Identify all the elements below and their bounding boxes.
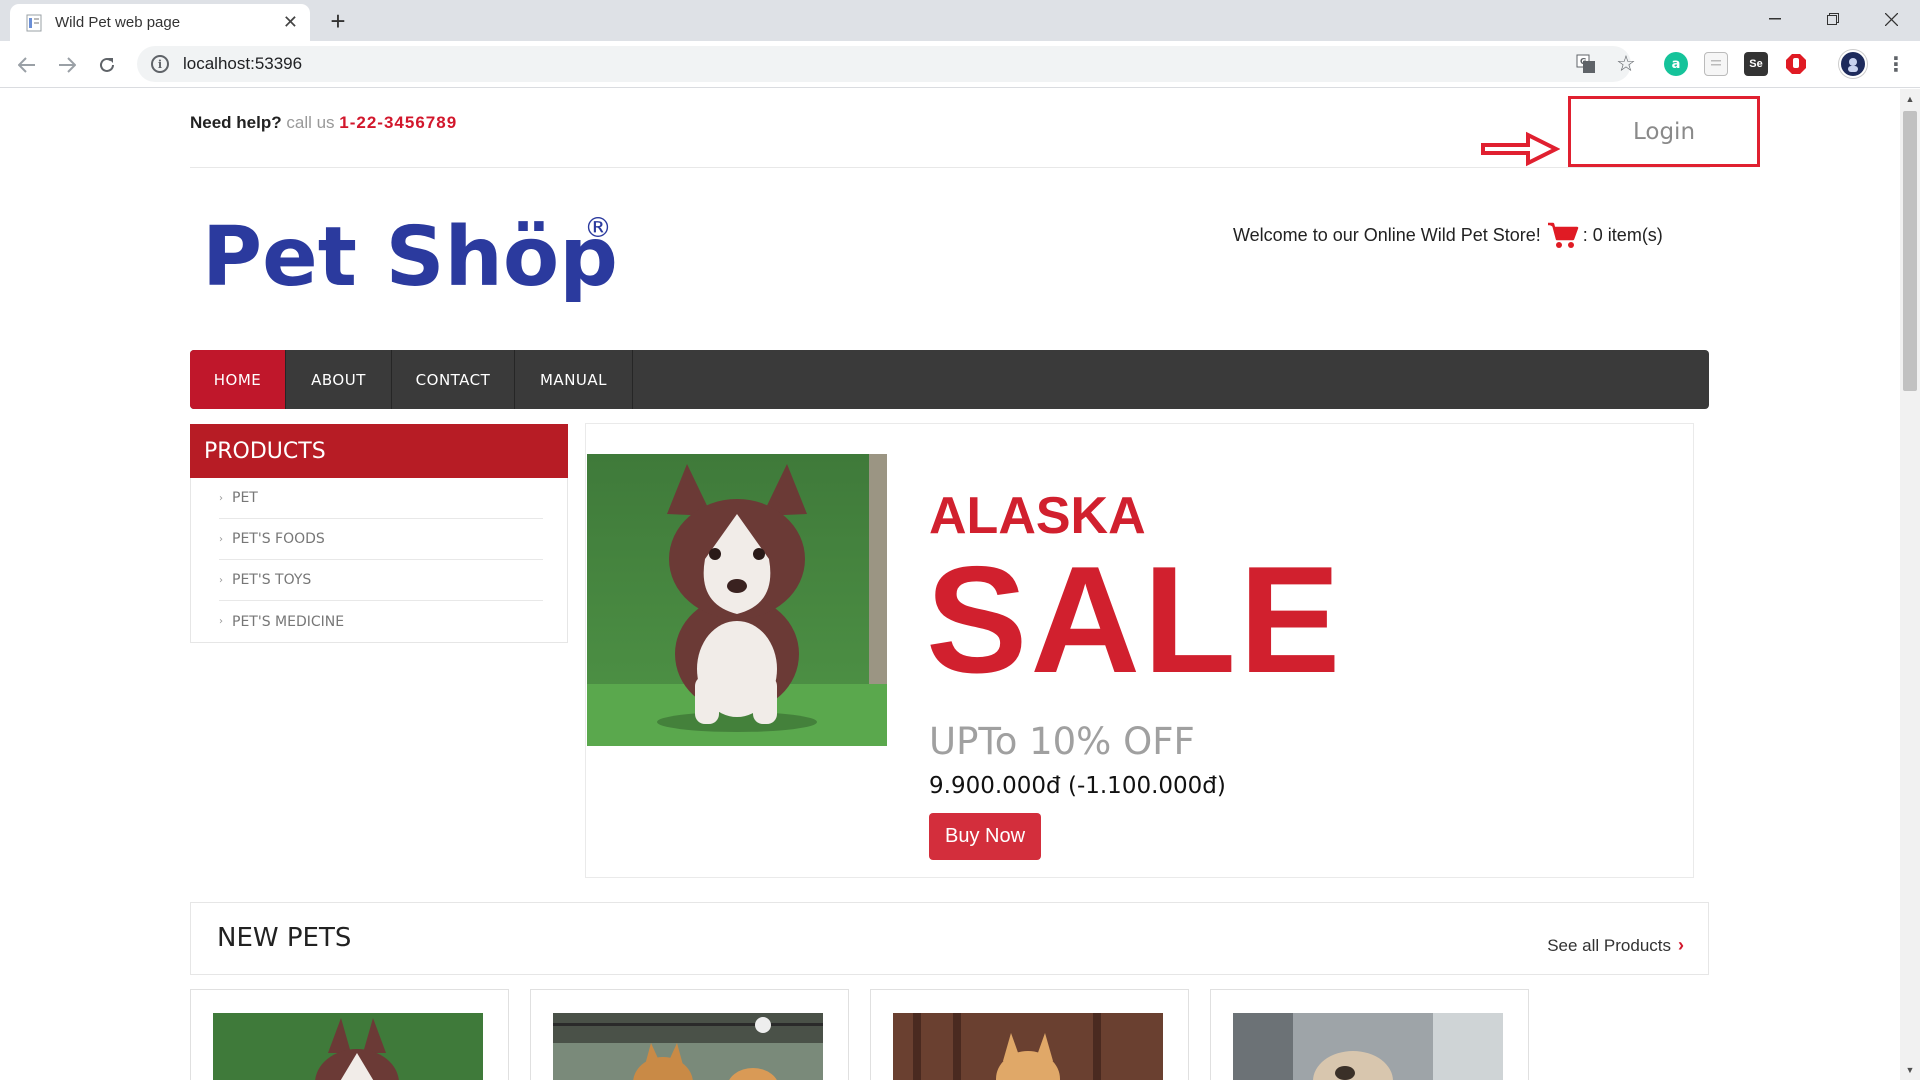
reader-icon[interactable] xyxy=(1704,52,1728,76)
scroll-down-icon[interactable]: ▼ xyxy=(1904,1064,1916,1076)
sidebar-item-label: PET'S MEDICINE xyxy=(232,613,345,630)
scroll-up-icon[interactable]: ▲ xyxy=(1904,93,1916,105)
pet-thumbnail[interactable] xyxy=(1233,1013,1503,1080)
back-icon[interactable] xyxy=(12,50,42,80)
products-sidebar: PRODUCTS › PET › PET'S FOODS › PET'S TOYS ›… xyxy=(190,424,568,643)
pet-card[interactable] xyxy=(1210,989,1529,1080)
translate-icon[interactable]: G xyxy=(1574,52,1598,76)
page-viewport: Need help? call us 1-22-3456789 Login Pe… xyxy=(0,89,1900,1080)
minimize-icon[interactable] xyxy=(1746,0,1804,38)
star-icon[interactable]: ☆ xyxy=(1614,51,1638,76)
products-heading: PRODUCTS xyxy=(190,424,568,478)
sidebar-item-pet[interactable]: › PET xyxy=(219,478,543,519)
see-all-link[interactable]: See all Products › xyxy=(1547,935,1684,956)
new-pets-title: NEW PETS xyxy=(217,923,352,953)
forward-icon[interactable] xyxy=(52,50,82,80)
browser-tab[interactable]: Wild Pet web page ✕ xyxy=(10,4,310,41)
help-label: Need help? xyxy=(190,113,282,132)
nav-contact[interactable]: CONTACT xyxy=(392,350,515,409)
welcome-bar: Welcome to our Online Wild Pet Store! : … xyxy=(1233,221,1663,249)
browser-tabbar: Wild Pet web page ✕ + xyxy=(0,0,1920,41)
chevron-right-icon: › xyxy=(219,533,223,545)
nav-home[interactable]: HOME xyxy=(190,350,286,409)
scroll-thumb[interactable] xyxy=(1903,111,1917,391)
info-icon[interactable]: i xyxy=(151,55,169,73)
tab-title: Wild Pet web page xyxy=(55,14,181,31)
welcome-text: Welcome to our Online Wild Pet Store! xyxy=(1233,224,1541,245)
cart-icon[interactable] xyxy=(1547,221,1579,249)
vertical-scrollbar[interactable]: ▲ ▼ xyxy=(1900,89,1920,1080)
login-button[interactable]: Login xyxy=(1633,119,1695,145)
banner-price: 9.900.000đ (-1.100.000đ) xyxy=(929,773,1226,799)
buy-now-button[interactable]: Buy Now xyxy=(929,813,1041,860)
chevron-right-icon: › xyxy=(219,574,223,586)
close-window-icon[interactable] xyxy=(1862,0,1920,38)
sidebar-item-label: PET'S FOODS xyxy=(232,531,325,547)
annotation-arrow-icon xyxy=(1481,131,1560,167)
pet-card[interactable] xyxy=(870,989,1189,1080)
sidebar-item-pet-toys[interactable]: › PET'S TOYS xyxy=(219,560,543,601)
reload-icon[interactable] xyxy=(92,50,122,80)
profile-avatar[interactable] xyxy=(1839,50,1867,78)
svg-text:G: G xyxy=(1580,57,1587,66)
sidebar-item-pet-medicine[interactable]: › PET'S MEDICINE xyxy=(219,601,543,642)
chevron-right-icon: › xyxy=(219,492,223,504)
address-bar[interactable]: i localhost:53396 xyxy=(137,46,1631,82)
puppy-image[interactable] xyxy=(587,454,887,746)
nav-about[interactable]: ABOUT xyxy=(286,350,392,409)
logo[interactable]: Pet Shöp ® xyxy=(200,199,630,314)
nav-manual[interactable]: MANUAL xyxy=(515,350,633,409)
help-line: Need help? call us 1-22-3456789 xyxy=(190,113,457,133)
adblock-icon[interactable] xyxy=(1784,52,1808,76)
chevron-right-icon: › xyxy=(219,616,223,627)
browser-toolbar: i localhost:53396 G ☆ a Se ⋮ xyxy=(0,41,1920,88)
pet-thumbnail[interactable] xyxy=(893,1013,1163,1080)
phone-number[interactable]: 1-22-3456789 xyxy=(339,113,457,132)
cart-count[interactable]: : 0 item(s) xyxy=(1583,225,1663,246)
see-all-label: See all Products xyxy=(1547,935,1671,955)
banner-discount: UPTo 10% OFF xyxy=(929,720,1195,763)
selenium-icon[interactable]: Se xyxy=(1744,52,1768,76)
pet-card[interactable] xyxy=(190,989,509,1080)
sidebar-item-pet-foods[interactable]: › PET'S FOODS xyxy=(219,519,543,560)
restore-icon[interactable] xyxy=(1804,0,1862,38)
url-text[interactable]: localhost:53396 xyxy=(183,54,302,74)
sidebar-item-label: PET'S TOYS xyxy=(232,572,312,588)
close-icon[interactable]: ✕ xyxy=(283,12,298,33)
login-highlight-box: Login xyxy=(1568,96,1760,167)
new-tab-button[interactable]: + xyxy=(322,5,354,37)
sale-banner: ALASKA SALE UPTo 10% OFF 9.900.000đ (-1.… xyxy=(585,423,1694,878)
page-favicon-icon xyxy=(25,14,43,32)
pet-thumbnail[interactable] xyxy=(553,1013,823,1080)
menu-icon[interactable]: ⋮ xyxy=(1884,52,1908,76)
chevron-right-icon: › xyxy=(1678,935,1684,955)
grammarly-icon[interactable]: a xyxy=(1664,52,1688,76)
main-nav: HOME ABOUT CONTACT MANUAL xyxy=(190,350,1709,409)
pet-thumbnail[interactable] xyxy=(213,1013,483,1080)
banner-sale: SALE xyxy=(926,535,1344,705)
pet-card[interactable] xyxy=(530,989,849,1080)
new-pets-header: NEW PETS See all Products › xyxy=(190,902,1709,975)
logo-text: Pet Shöp xyxy=(202,210,618,305)
sidebar-item-label: PET xyxy=(232,490,258,506)
registered-mark: ® xyxy=(584,211,612,244)
callus-text: call us xyxy=(286,113,335,132)
